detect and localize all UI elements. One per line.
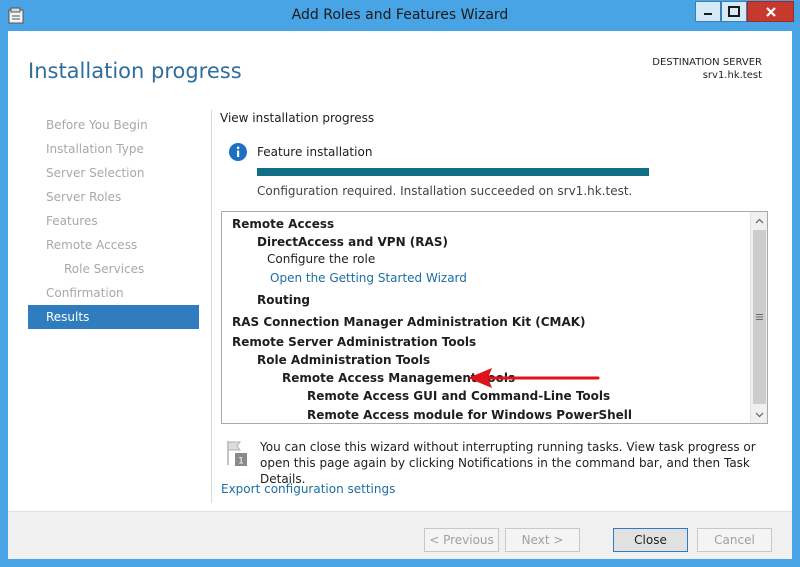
minimize-icon — [704, 12, 712, 15]
result-cmak: RAS Connection Manager Administration Ki… — [232, 315, 586, 329]
previous-button[interactable]: < Previous — [424, 528, 499, 552]
wizard-content: Installation progress DESTINATION SERVER… — [8, 31, 792, 559]
chevron-down-icon — [755, 412, 764, 417]
results-scrollbar[interactable] — [750, 212, 767, 423]
result-powershell-module: Remote Access module for Windows PowerSh… — [307, 408, 633, 422]
info-icon — [229, 143, 247, 161]
destination-label: DESTINATION SERVER — [652, 57, 762, 68]
wizard-window: Add Roles and Features Wizard Installati… — [0, 0, 800, 567]
minimize-button[interactable] — [695, 1, 721, 22]
next-button[interactable]: Next > — [505, 528, 580, 552]
scroll-thumb[interactable] — [753, 230, 766, 404]
nav-item-confirmation[interactable]: Confirmation — [28, 281, 199, 305]
window-title: Add Roles and Features Wizard — [291, 7, 509, 23]
result-rsat: Remote Server Administration Tools — [232, 335, 477, 349]
cancel-button[interactable]: Cancel — [697, 528, 772, 552]
installation-status: Configuration required. Installation suc… — [257, 184, 633, 198]
installation-progress-bar — [257, 168, 649, 176]
maximize-icon — [728, 6, 740, 17]
destination-server-info: DESTINATION SERVER srv1.hk.test — [652, 56, 762, 82]
progress-bar-fill — [257, 168, 649, 176]
grip-icon — [756, 314, 763, 320]
notification-message: You can close this wizard without interr… — [260, 440, 756, 486]
nav-item-role-services[interactable]: Role Services — [28, 257, 199, 281]
results-list[interactable]: Remote Access DirectAccess and VPN (RAS)… — [221, 211, 768, 424]
notification-badge-count: 1 — [238, 457, 244, 467]
feature-installation-label: Feature installation — [257, 145, 373, 159]
wizard-nav: Before You Begin Installation Type Serve… — [28, 113, 199, 329]
nav-item-server-selection[interactable]: Server Selection — [28, 161, 199, 185]
scroll-down-button[interactable] — [752, 407, 767, 422]
nav-divider — [211, 110, 212, 503]
page-title: Installation progress — [28, 59, 242, 83]
close-window-button[interactable] — [747, 1, 794, 22]
nav-item-before-you-begin[interactable]: Before You Begin — [28, 113, 199, 137]
red-arrow-annotation — [468, 368, 600, 388]
chevron-up-icon — [755, 218, 764, 223]
nav-item-remote-access[interactable]: Remote Access — [28, 233, 199, 257]
destination-server-name: srv1.hk.test — [702, 70, 762, 81]
title-bar[interactable]: Add Roles and Features Wizard — [0, 0, 800, 31]
wizard-footer: < Previous Next > Close Cancel — [8, 511, 792, 559]
result-gui-cli-tools: Remote Access GUI and Command-Line Tools — [307, 389, 611, 403]
scroll-up-button[interactable] — [752, 213, 767, 228]
nav-item-installation-type[interactable]: Installation Type — [28, 137, 199, 161]
result-directaccess-vpn: DirectAccess and VPN (RAS) — [257, 235, 448, 249]
view-progress-label: View installation progress — [220, 111, 375, 125]
result-remote-access: Remote Access — [232, 217, 335, 231]
maximize-button[interactable] — [721, 1, 747, 22]
nav-item-server-roles[interactable]: Server Roles — [28, 185, 199, 209]
close-button[interactable]: Close — [613, 528, 688, 552]
export-configuration-link[interactable]: Export configuration settings — [221, 482, 395, 496]
close-icon — [765, 6, 776, 17]
result-role-admin-tools: Role Administration Tools — [257, 353, 431, 367]
result-configure-role: Configure the role — [267, 252, 376, 266]
result-routing: Routing — [257, 293, 311, 307]
notification-flag-icon: 1 — [227, 441, 247, 467]
getting-started-wizard-link[interactable]: Open the Getting Started Wizard — [270, 271, 467, 285]
nav-item-results[interactable]: Results — [28, 305, 199, 329]
nav-item-features[interactable]: Features — [28, 209, 199, 233]
